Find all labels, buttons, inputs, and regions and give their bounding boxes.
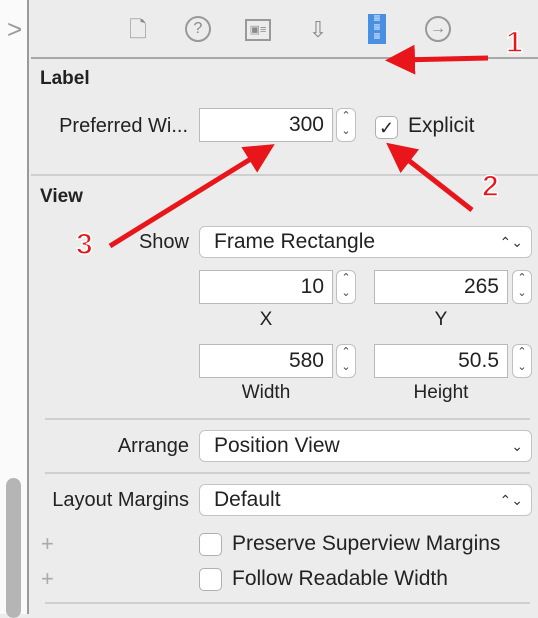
- annotation-arrow-3: [108, 144, 275, 249]
- annotation-number-3: 3: [76, 228, 93, 261]
- annotation-number-1: 1: [506, 26, 523, 59]
- annotation-arrow-2: [386, 142, 474, 212]
- annotation-layer: 1 2 3: [75, 25, 523, 262]
- annotation-arrow-1: [385, 44, 489, 75]
- annotation-number-2: 2: [482, 170, 499, 203]
